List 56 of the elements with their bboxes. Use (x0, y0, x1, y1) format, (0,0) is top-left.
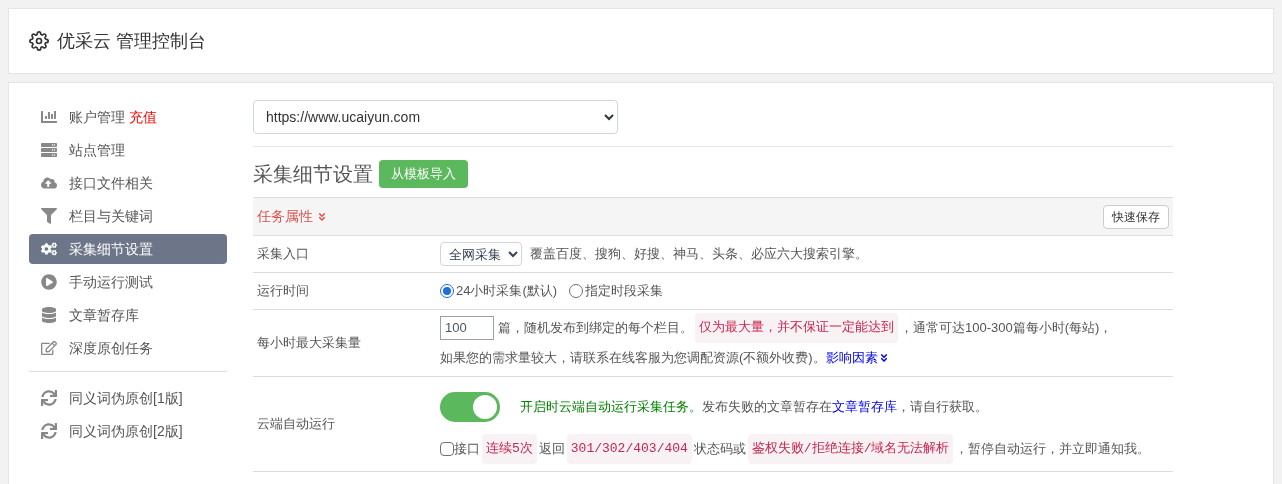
description-text: ，通常可达100-300篇每小时(每站)， (900, 319, 1113, 337)
gears-icon (41, 241, 57, 257)
radio-option[interactable]: 指定时段采集 (569, 276, 664, 306)
link[interactable]: 影响因素 (825, 343, 889, 373)
section-title: 采集细节设置 (253, 162, 373, 187)
site-select[interactable]: https://www.ucaiyun.com (253, 100, 618, 134)
refresh-icon (41, 423, 57, 439)
sidebar-item[interactable]: 深度原创任务 (29, 333, 227, 363)
console-title: 优采云 管理控制台 (57, 29, 206, 53)
toggle-switch[interactable] (440, 392, 500, 422)
source-select[interactable]: 全网采集 (440, 242, 522, 266)
settings-icon (29, 31, 49, 51)
task-attributes-toggle[interactable]: 任务属性 (257, 206, 327, 227)
bar-chart-icon (41, 109, 57, 125)
sidebar-item[interactable]: 账户管理 充值 (29, 102, 227, 132)
quick-save-button[interactable]: 快速保存 (1103, 204, 1169, 229)
row-label: 运行时间 (257, 282, 309, 301)
server-icon (41, 142, 57, 158)
sidebar-item[interactable]: 栏目与关键词 (29, 201, 227, 231)
link[interactable]: 文章暂存库 (832, 392, 897, 422)
highlighted-text: 仅为最大量，并不保证一定能达到 (695, 313, 898, 343)
highlighted-text: 连续5次 (482, 434, 537, 464)
play-icon (41, 274, 57, 290)
highlighted-text: 鉴权失败/拒绝连接/域名无法解析 (747, 434, 954, 464)
description-text: 状态码或 (693, 440, 746, 458)
sidebar-item[interactable]: 站点管理 (29, 135, 227, 165)
chevron-icon (317, 211, 327, 222)
radio-option[interactable]: 24小时采集(默认) (440, 276, 558, 306)
checkbox[interactable] (440, 442, 454, 456)
database-icon (41, 307, 57, 323)
description-text: 返回 (538, 440, 565, 458)
edit-icon (41, 340, 57, 356)
note-text: 开启时云端自动运行采集任务。 (520, 398, 702, 416)
row-label: 每小时最大采集量 (257, 334, 361, 353)
sidebar-item[interactable]: 同义词伪原创[1版] (29, 383, 227, 413)
description-text: 篇，随机发布到绑定的每个栏目。 (498, 319, 693, 337)
sidebar-item[interactable]: 手动运行测试 (29, 267, 227, 297)
description-text: 如果您的需求量较大，请联系在线客服为您调配资源(不额外收费)。 (440, 349, 826, 367)
chevron-icon (878, 353, 889, 363)
row-label: 云端自动运行 (257, 415, 335, 434)
description-text: 发布失败的文章暂存在 (702, 398, 832, 416)
highlighted-text: 301/302/403/404 (566, 434, 692, 464)
number-input[interactable]: 100 (440, 316, 494, 340)
sidebar-item[interactable]: 采集细节设置 (29, 234, 227, 264)
sidebar-item[interactable]: 文章暂存库 (29, 300, 227, 330)
sidebar-item[interactable]: 同义词伪原创[2版] (29, 416, 227, 446)
sidebar-item[interactable]: 接口文件相关 (29, 168, 227, 198)
cloud-upload-icon (41, 175, 57, 191)
description-text: 覆盖百度、搜狗、好搜、神马、头条、必应六大搜索引擎。 (530, 245, 868, 263)
refresh-icon (41, 390, 57, 406)
recharge-link[interactable]: 充值 (129, 106, 157, 128)
description-text: ，暂停自动运行，并立即通知我。 (955, 440, 1151, 458)
description-text: 接口 (454, 440, 480, 458)
filter-icon (41, 208, 57, 224)
row-label: 采集入口 (257, 245, 309, 264)
description-text: ，请自行获取。 (897, 398, 988, 416)
